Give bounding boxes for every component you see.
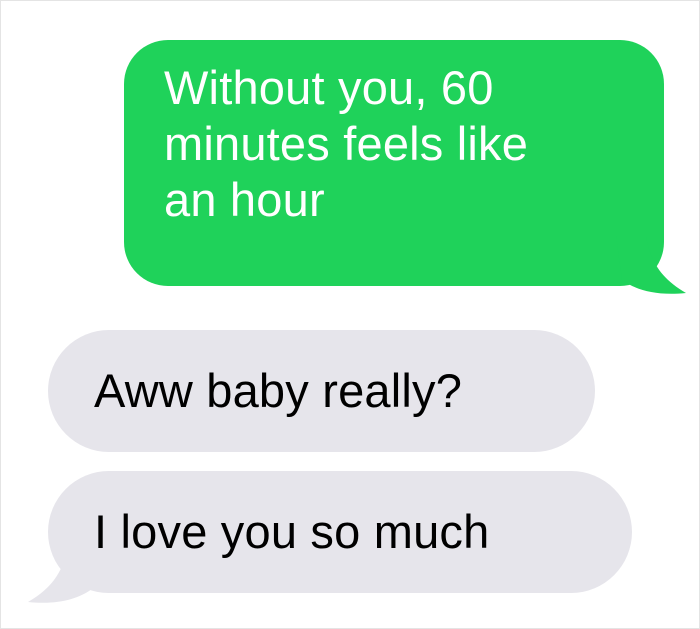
received-bubble-tail: [28, 545, 98, 603]
sent-message-bubble[interactable]: Without you, 60 minutes feels like an ho…: [124, 40, 686, 294]
received-message-text: I love you so much: [94, 505, 490, 558]
received-message-bubble[interactable]: I love you so much: [28, 471, 632, 603]
received-message-bubble[interactable]: Aww baby really?: [48, 330, 595, 452]
message-thread: Without you, 60 minutes feels like an ho…: [0, 0, 700, 629]
sent-message-text: Without you, 60 minutes feels like an ho…: [164, 61, 529, 226]
sent-bubble-tail: [616, 236, 686, 294]
received-message-text: Aww baby really?: [94, 364, 463, 417]
